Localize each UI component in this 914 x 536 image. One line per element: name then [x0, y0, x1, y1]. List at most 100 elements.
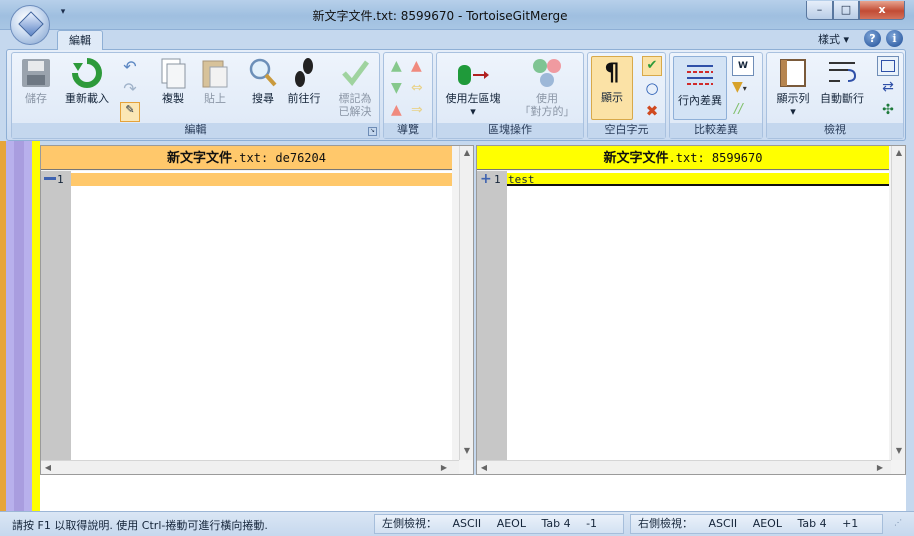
- previous-conflict-icon[interactable]: ▲: [411, 58, 422, 74]
- redo-icon[interactable]: ↷: [120, 79, 140, 99]
- right-eol-selector[interactable]: AEOL: [753, 517, 782, 530]
- use-other-block-button[interactable]: 使用 「對方的」: [515, 57, 579, 118]
- layout-icon[interactable]: [877, 56, 899, 76]
- left-encoding-selector[interactable]: ASCII: [453, 517, 482, 530]
- app-logo-icon: [18, 11, 44, 37]
- bottom-view-pane[interactable]: [40, 475, 906, 513]
- show-lines-button[interactable]: 顯示列 ▾: [771, 57, 815, 118]
- added-line-icon: +: [480, 171, 492, 187]
- right-view-label: 右側檢視：: [638, 517, 693, 530]
- whitespace-circle-icon[interactable]: ○: [642, 79, 662, 99]
- left-tab-selector[interactable]: Tab 4: [541, 517, 570, 530]
- pilcrow-icon: ¶: [604, 58, 620, 86]
- word-diff-icon[interactable]: W: [732, 56, 754, 76]
- goto-line-button[interactable]: 前往行: [284, 57, 324, 105]
- scroll-down-icon[interactable]: ▼: [460, 444, 474, 458]
- floppy-disk-icon: [22, 59, 50, 87]
- scroll-down-icon[interactable]: ▼: [892, 444, 906, 458]
- right-file-hash: .txt: 8599670: [668, 151, 763, 165]
- left-view-pane[interactable]: 新文字文件.txt: de76204 1 ▲ ▼ ◀ ▶: [40, 145, 474, 475]
- next-inline-icon[interactable]: ⇔: [411, 80, 423, 96]
- mark-resolved-button[interactable]: 標記為 已解決: [332, 57, 378, 118]
- maximize-button[interactable]: □: [833, 1, 859, 20]
- group-diff: 行內差異 W ▼▾ // 比較差異: [669, 52, 763, 139]
- line-text: test: [507, 173, 889, 186]
- next-conflict-icon[interactable]: ▲: [391, 102, 402, 118]
- next-diff-icon[interactable]: ▼: [391, 80, 402, 96]
- undo-icon[interactable]: ↶: [120, 57, 140, 77]
- inline-diff-icon: [687, 65, 713, 85]
- right-horizontal-scrollbar[interactable]: ◀ ▶: [477, 460, 891, 474]
- reload-button[interactable]: 重新載入: [62, 57, 112, 105]
- dropdown-arrow-icon: ▾: [790, 105, 796, 118]
- use-left-block-icon: [458, 65, 489, 85]
- left-horizontal-scrollbar[interactable]: ◀ ▶: [41, 460, 459, 474]
- edit-mode-icon[interactable]: ✎: [120, 102, 140, 122]
- group-label-navigate: 導覽: [384, 123, 432, 138]
- application-menu-button[interactable]: [10, 5, 50, 45]
- right-line-1[interactable]: + 1 test: [477, 171, 889, 187]
- group-label-diff: 比較差異: [670, 123, 762, 138]
- title-bar: ▾ 新文字文件.txt: 8599670 - TortoiseGitMerge …: [0, 0, 914, 30]
- group-label-view: 檢視: [767, 123, 903, 138]
- whitespace-cross-icon[interactable]: ✖: [642, 102, 662, 122]
- window-title: 新文字文件.txt: 8599670 - TortoiseGitMerge: [312, 9, 568, 23]
- use-left-block-button[interactable]: 使用左區塊 ▾: [441, 61, 505, 118]
- line-diff-icon[interactable]: //: [734, 102, 754, 122]
- scroll-left-icon[interactable]: ◀: [477, 461, 491, 475]
- help-icon[interactable]: ?: [864, 30, 881, 47]
- left-line-1[interactable]: 1: [41, 173, 452, 186]
- reload-icon: [72, 58, 102, 88]
- ribbon: 儲存 重新載入 ↶ ↷ ✎ 複製 貼上 搜尋 前往行 標記為 已解決 編輯 ↘ …: [6, 49, 906, 141]
- info-icon[interactable]: i: [886, 30, 903, 47]
- save-button[interactable]: 儲存: [18, 57, 54, 105]
- removed-line-icon: [44, 177, 56, 180]
- previous-diff-icon[interactable]: ▲: [391, 58, 402, 74]
- right-vertical-scrollbar[interactable]: ▲ ▼: [891, 146, 905, 460]
- tab-edit[interactable]: 編輯: [57, 30, 103, 50]
- search-button[interactable]: 搜尋: [246, 57, 280, 105]
- left-line-count: -1: [586, 517, 598, 530]
- left-text-area[interactable]: [71, 171, 452, 461]
- paste-button[interactable]: 貼上: [198, 57, 232, 105]
- minimize-button[interactable]: –: [806, 1, 833, 20]
- right-tab-selector[interactable]: Tab 4: [797, 517, 826, 530]
- dialog-launcher-icon[interactable]: ↘: [368, 127, 377, 136]
- status-bar: 請按 F1 以取得說明. 使用 Ctrl-捲動可進行橫向捲動. 左側檢視： AS…: [0, 511, 914, 536]
- ignore-whitespace-check-icon[interactable]: ✔: [642, 56, 662, 76]
- inline-diff-button[interactable]: 行內差異: [673, 56, 727, 120]
- scroll-right-icon[interactable]: ▶: [873, 461, 887, 475]
- left-filename: 新文字文件: [167, 151, 233, 166]
- footprints-icon: [295, 58, 313, 87]
- line-number: 1: [57, 173, 64, 186]
- paste-icon: [202, 60, 228, 88]
- word-wrap-icon: [829, 62, 857, 82]
- style-menu[interactable]: 樣式 ▾: [818, 31, 849, 47]
- location-bar[interactable]: [6, 141, 40, 513]
- swap-icon[interactable]: ⇄: [877, 79, 899, 99]
- group-label-block-operations: 區塊操作: [437, 123, 583, 138]
- left-eol-selector[interactable]: AEOL: [497, 517, 526, 530]
- right-filename: 新文字文件: [603, 151, 669, 166]
- show-whitespace-button[interactable]: ¶ 顯示: [591, 56, 633, 120]
- collapse-icon[interactable]: ✣: [877, 102, 899, 122]
- resize-grip-icon[interactable]: ⋰: [894, 518, 908, 532]
- right-text-area[interactable]: [507, 171, 889, 461]
- scroll-right-icon[interactable]: ▶: [437, 461, 451, 475]
- right-pane-header: 新文字文件.txt: 8599670: [477, 146, 889, 170]
- copy-button[interactable]: 複製: [156, 57, 190, 105]
- filter-icon[interactable]: ▼▾: [732, 79, 758, 99]
- status-message: 請按 F1 以取得說明. 使用 Ctrl-捲動可進行橫向捲動.: [12, 519, 268, 532]
- scroll-up-icon[interactable]: ▲: [892, 146, 906, 160]
- group-edit: 儲存 重新載入 ↶ ↷ ✎ 複製 貼上 搜尋 前往行 標記為 已解決 編輯 ↘: [11, 52, 380, 139]
- scroll-left-icon[interactable]: ◀: [41, 461, 55, 475]
- scroll-up-icon[interactable]: ▲: [460, 146, 474, 160]
- left-view-status: 左側檢視： ASCII AEOL Tab 4 -1: [374, 514, 624, 534]
- quick-access-dropdown-icon[interactable]: ▾: [57, 7, 69, 19]
- right-encoding-selector[interactable]: ASCII: [709, 517, 738, 530]
- close-button[interactable]: x: [859, 1, 905, 20]
- right-view-pane[interactable]: 新文字文件.txt: 8599670 + 1 test ▲ ▼ ◀ ▶: [476, 145, 906, 475]
- word-wrap-button[interactable]: 自動斷行: [817, 57, 867, 105]
- previous-inline-icon[interactable]: ⇒: [411, 102, 423, 118]
- left-vertical-scrollbar[interactable]: ▲ ▼: [459, 146, 473, 460]
